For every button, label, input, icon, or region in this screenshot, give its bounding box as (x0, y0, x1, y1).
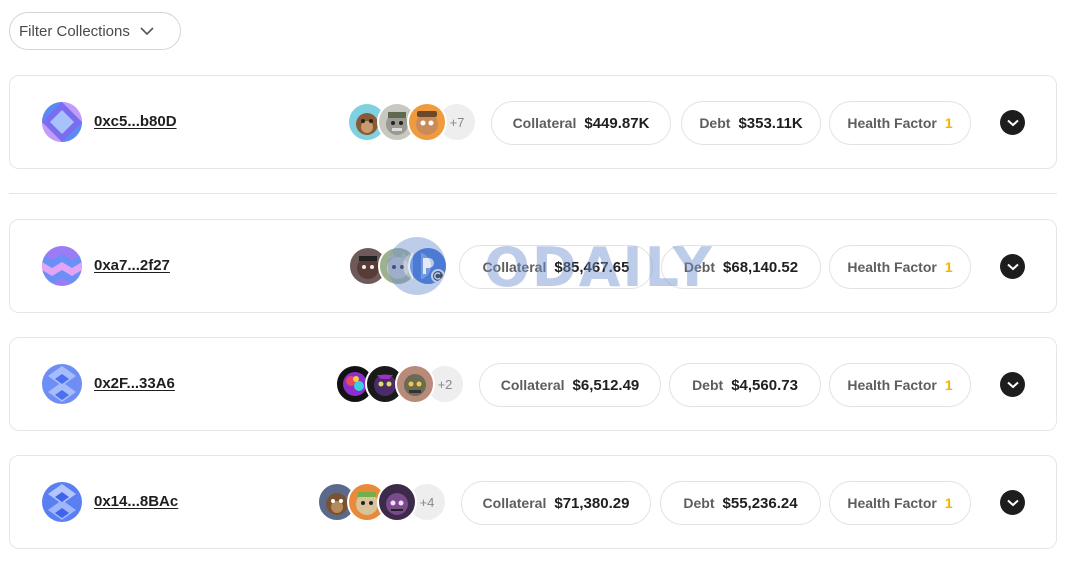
debt-label: Debt (683, 495, 715, 511)
expand-row-button[interactable] (1000, 110, 1025, 135)
health-factor-pill: Health Factor 1 (829, 101, 971, 145)
wallet-address-link[interactable]: 0x2F...33A6 (94, 375, 175, 392)
debt-label: Debt (683, 259, 716, 275)
debt-value: $353.11K (738, 114, 803, 132)
expand-row-button[interactable] (1000, 490, 1025, 515)
debt-label: Debt (699, 115, 731, 131)
nft-avatar (407, 102, 447, 142)
collateral-label: Collateral (482, 259, 547, 275)
collateral-pill: Collateral $85,467.65 (459, 245, 653, 289)
health-factor-value: 1 (944, 115, 953, 131)
health-factor-pill: Health Factor 1 (829, 363, 971, 407)
health-factor-value: 1 (944, 495, 953, 511)
health-factor-label: Health Factor (847, 495, 937, 511)
debt-value: $55,236.24 (722, 494, 798, 512)
wallet-avatar (42, 364, 82, 404)
collateral-value: $71,380.29 (554, 494, 630, 512)
collateral-pill: Collateral $71,380.29 (461, 481, 651, 525)
wallet-address-link[interactable]: 0xc5...b80D (94, 113, 177, 130)
debt-pill: Debt $4,560.73 (669, 363, 821, 407)
collateral-pill: Collateral $6,512.49 (479, 363, 661, 407)
collateral-value: $85,467.65 (554, 258, 630, 276)
collateral-label: Collateral (512, 115, 577, 131)
wallet-address-link[interactable]: 0xa7...2f27 (94, 257, 170, 274)
nft-collection-stack: +4 (317, 482, 447, 522)
position-card: 0xa7...2f27 Collateral $85,467.65 Debt $… (9, 219, 1057, 313)
nft-collection-stack: +2 (335, 364, 465, 404)
debt-value: $68,140.52 (723, 258, 799, 276)
health-factor-pill: Health Factor 1 (829, 481, 971, 525)
position-card: 0x14...8BAc +4 Collateral $71,380.29 Deb… (9, 455, 1057, 549)
health-factor-pill: Health Factor 1 (829, 245, 971, 289)
debt-pill: Debt $55,236.24 (660, 481, 821, 525)
debt-pill: Debt $353.11K (681, 101, 821, 145)
filter-collections-button[interactable]: Filter Collections (9, 12, 181, 50)
wallet-avatar (42, 102, 82, 142)
health-factor-label: Health Factor (847, 259, 937, 275)
chevron-down-icon (1006, 499, 1019, 506)
section-divider (9, 193, 1057, 194)
nft-avatar (408, 246, 448, 286)
nft-collection-stack (348, 246, 448, 286)
nft-avatar (395, 364, 435, 404)
collateral-pill: Collateral $449.87K (491, 101, 671, 145)
collateral-value: $449.87K (584, 114, 650, 132)
health-factor-label: Health Factor (847, 377, 937, 393)
chevron-down-icon (140, 26, 154, 35)
debt-label: Debt (692, 377, 724, 393)
debt-value: $4,560.73 (731, 376, 798, 394)
health-factor-label: Health Factor (847, 115, 937, 131)
filter-collections-label: Filter Collections (19, 22, 130, 40)
collateral-label: Collateral (500, 377, 565, 393)
expand-row-button[interactable] (1000, 254, 1025, 279)
collateral-label: Collateral (482, 495, 547, 511)
chevron-down-icon (1006, 119, 1019, 126)
health-factor-value: 1 (944, 259, 953, 275)
position-card: 0x2F...33A6 +2 Collateral $6,512.49 Debt… (9, 337, 1057, 431)
nft-collection-stack: +7 (347, 102, 477, 142)
expand-row-button[interactable] (1000, 372, 1025, 397)
health-factor-value: 1 (944, 377, 953, 393)
wallet-avatar (42, 246, 82, 286)
wallet-address-link[interactable]: 0x14...8BAc (94, 493, 178, 510)
nft-avatar (377, 482, 417, 522)
chevron-down-icon (1006, 263, 1019, 270)
wallet-avatar (42, 482, 82, 522)
collateral-value: $6,512.49 (572, 376, 640, 394)
position-card: 0xc5...b80D +7 Collateral $449.87K Debt … (9, 75, 1057, 169)
debt-pill: Debt $68,140.52 (661, 245, 821, 289)
chevron-down-icon (1006, 381, 1019, 388)
